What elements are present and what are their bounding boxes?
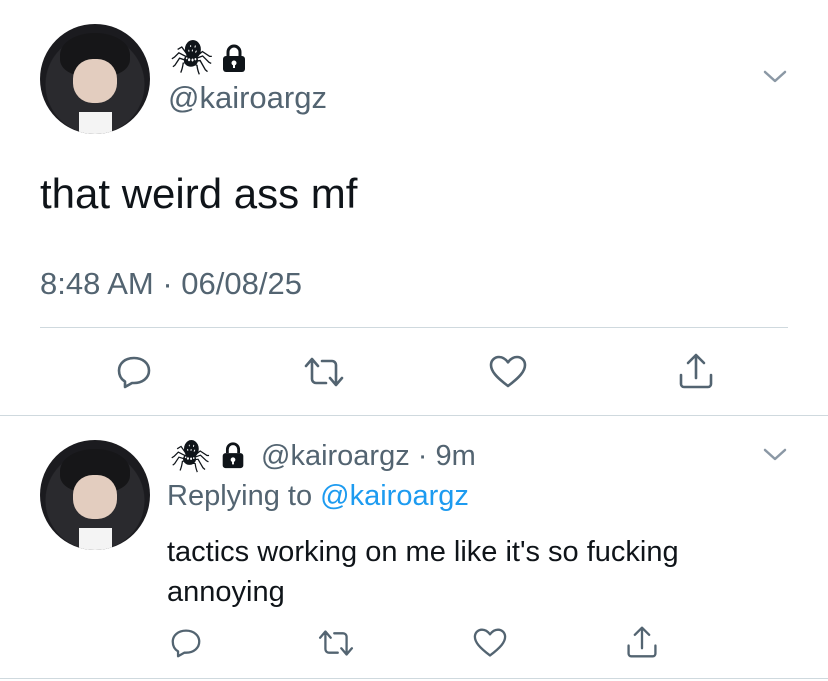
share-icon <box>679 353 713 389</box>
like-button[interactable] <box>470 624 510 662</box>
comment-icon <box>171 629 201 658</box>
replying-to-handle[interactable]: @kairoargz <box>320 480 469 512</box>
lock-icon <box>222 442 244 469</box>
avatar[interactable] <box>40 24 150 134</box>
tweet-timestamp: 8:48 AM · 06/08/25 <box>40 266 302 301</box>
retweet-button[interactable] <box>300 352 348 392</box>
replying-to-label: Replying to <box>167 480 313 512</box>
share-button[interactable] <box>622 622 662 662</box>
reply-text-line: annoying <box>167 576 285 608</box>
separator-dot: · <box>417 440 428 472</box>
like-button[interactable] <box>486 352 530 392</box>
section-divider <box>0 415 828 416</box>
comment-icon <box>117 356 151 389</box>
reply-avatar[interactable] <box>40 440 150 550</box>
reply-text: tactics working on me like it's so fucki… <box>167 532 679 612</box>
divider <box>40 327 788 328</box>
chevron-down-icon[interactable] <box>762 68 788 86</box>
retweet-icon <box>318 630 354 656</box>
spider-emoji: 🕷 <box>170 38 214 78</box>
reply-button[interactable] <box>166 624 206 662</box>
reply-text-line: tactics working on me like it's so fucki… <box>167 536 679 568</box>
lock-icon <box>223 44 245 72</box>
spider-emoji: 🕷 <box>170 437 211 475</box>
retweet-icon <box>304 357 344 387</box>
heart-icon <box>489 355 527 388</box>
reply-meta: @kairoargz · 9m <box>261 440 476 473</box>
replying-to: Replying to @kairoargz <box>167 480 469 513</box>
share-button[interactable] <box>674 350 718 392</box>
bottom-divider <box>0 678 828 679</box>
chevron-down-icon[interactable] <box>762 446 788 464</box>
share-icon <box>627 626 657 658</box>
heart-icon <box>473 628 507 657</box>
reply-button[interactable] <box>112 352 156 392</box>
tweet-text: that weird ass mf <box>40 170 358 217</box>
reply-time[interactable]: 9m <box>436 440 476 472</box>
retweet-button[interactable] <box>314 624 358 662</box>
reply-handle[interactable]: @kairoargz <box>261 440 410 472</box>
author-handle[interactable]: @kairoargz <box>168 80 327 116</box>
